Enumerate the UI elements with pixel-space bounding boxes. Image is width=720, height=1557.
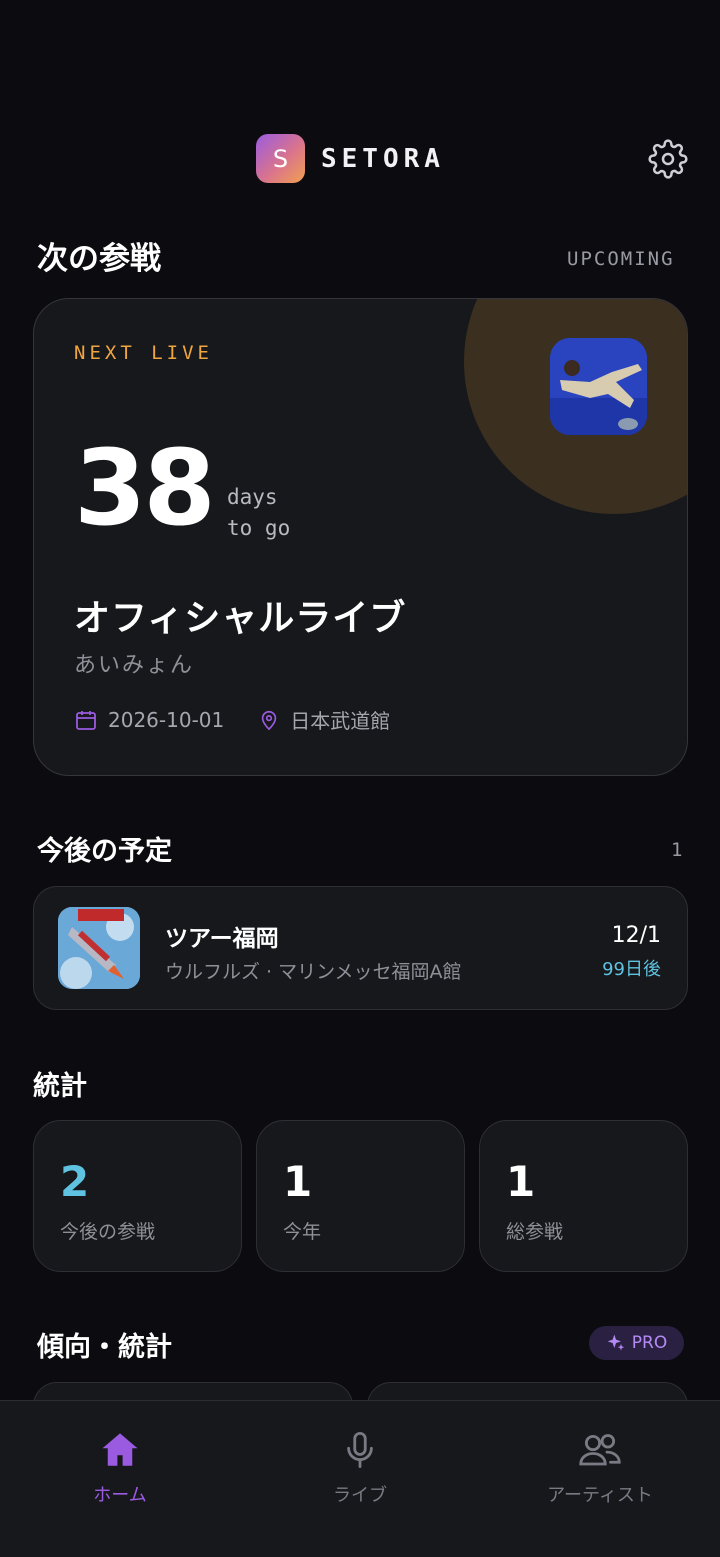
- stat-total[interactable]: 1 総参戦: [479, 1120, 688, 1272]
- stat-label: 総参戦: [506, 1221, 564, 1243]
- upcoming-subtitle: ウルフルズ · マリンメッセ福岡A館: [165, 961, 462, 983]
- gear-icon[interactable]: [648, 139, 688, 179]
- next-live-card[interactable]: NEXT LIVE 38 days to go オフィシャルライブ あいみょん …: [33, 298, 688, 776]
- nav-artists-label: アーティスト: [547, 1485, 653, 1506]
- stat-upcoming[interactable]: 2 今後の参戦: [33, 1120, 242, 1272]
- upcoming-thumbnail: [58, 907, 140, 989]
- stat-this-year[interactable]: 1 今年: [256, 1120, 465, 1272]
- stat-value: 2: [60, 1157, 90, 1206]
- nav-home[interactable]: ホーム: [20, 1429, 220, 1507]
- next-live-label: NEXT LIVE: [74, 342, 213, 364]
- upcoming-relative: 99日後: [602, 959, 661, 980]
- event-title: オフィシャルライブ: [74, 598, 407, 639]
- stat-label: 今年: [283, 1221, 322, 1243]
- artist-thumbnail: [550, 338, 647, 435]
- nav-live-label: ライブ: [333, 1485, 387, 1506]
- section-title-next: 次の参戦: [37, 241, 161, 277]
- to-go-label: to go: [227, 516, 291, 540]
- calendar-icon: [76, 710, 96, 730]
- stat-value: 1: [283, 1157, 313, 1206]
- event-artist: あいみょん: [74, 653, 195, 678]
- days-countdown: 38: [74, 427, 216, 549]
- nav-home-label: ホーム: [93, 1485, 147, 1506]
- section-title-upcoming: 今後の予定: [37, 836, 172, 867]
- upcoming-item[interactable]: ツアー福岡 ウルフルズ · マリンメッセ福岡A館 12/1 99日後: [33, 886, 688, 1010]
- nav-live[interactable]: ライブ: [260, 1429, 460, 1507]
- sparkle-icon: [607, 1334, 625, 1351]
- stat-label: 今後の参戦: [60, 1221, 156, 1243]
- logo-mark: S: [256, 134, 305, 183]
- pro-badge[interactable]: PRO: [589, 1326, 684, 1360]
- section-title-trends: 傾向・統計: [37, 1332, 172, 1363]
- home-icon: [102, 1433, 138, 1466]
- bottom-nav: ホーム ライブ アーティスト: [0, 1400, 720, 1557]
- stat-value: 1: [506, 1157, 536, 1206]
- microphone-icon: [347, 1431, 373, 1469]
- location-pin-icon: [261, 710, 277, 730]
- event-meta: 2026-10-01 日本武道館: [74, 705, 390, 734]
- upcoming-tag: UPCOMING: [567, 248, 675, 270]
- users-icon: [579, 1434, 621, 1466]
- pro-label: PRO: [631, 1333, 668, 1353]
- upcoming-count: 1: [671, 839, 683, 861]
- section-title-stats: 統計: [33, 1071, 87, 1102]
- event-venue: 日本武道館: [290, 709, 391, 733]
- upcoming-title: ツアー福岡: [165, 926, 279, 952]
- upcoming-date: 12/1: [611, 923, 661, 948]
- event-date: 2026-10-01: [108, 707, 225, 732]
- nav-artists[interactable]: アーティスト: [500, 1429, 700, 1507]
- days-label: days: [227, 485, 278, 509]
- app-logo: S SETORA: [256, 134, 445, 183]
- app-name: SETORA: [321, 143, 445, 174]
